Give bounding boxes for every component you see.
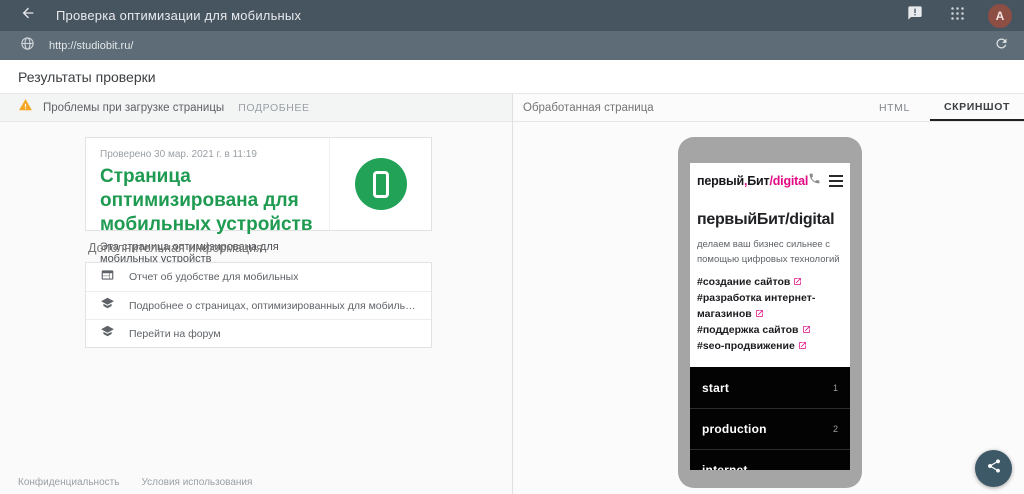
external-link-icon (798, 341, 807, 350)
hashtag-link: #создание сайтов (697, 274, 843, 290)
content-area: Проблемы при загрузке страницы ПОДРОБНЕЕ… (0, 94, 1024, 494)
school-icon (100, 324, 115, 343)
mobile-friendly-test-app: Проверка оптимизации для мобильных A (0, 0, 1024, 494)
terms-link[interactable]: Условия использования (141, 477, 252, 488)
load-issues-bar: Проблемы при загрузке страницы ПОДРОБНЕЕ (0, 94, 512, 122)
mobile-friendly-docs-link[interactable]: Подробнее о страницах, оптимизированных … (86, 291, 431, 319)
phone-mockup: первый,Бит/digital первыйБит/digital дел… (678, 137, 862, 488)
verdict-card: Проверено 30 мар. 2021 г. в 11:19 Страни… (85, 137, 432, 231)
rendered-page-panel: Обработанная страница HTML СКРИНШОТ перв… (513, 94, 1024, 494)
page-title: Проверка оптимизации для мобильных (56, 8, 301, 23)
menu-item-start: start 1 (690, 367, 850, 408)
warning-icon (18, 98, 33, 117)
refresh-button[interactable] (990, 35, 1012, 57)
hashtag-link: #разработка интернет-магазинов (697, 290, 843, 322)
globe-icon (20, 36, 35, 56)
additional-info-card: Отчет об удобстве для мобильных Подробне… (85, 262, 432, 348)
call-icon (808, 172, 821, 190)
menu-item-production: production 2 (690, 408, 850, 449)
apps-grid-icon (950, 6, 965, 26)
privacy-link[interactable]: Конфиденциальность (18, 477, 119, 488)
external-link-icon (793, 277, 802, 286)
site-menu: start 1 production 2 internet (690, 367, 850, 470)
back-button[interactable] (18, 6, 38, 26)
hashtag-link: #seo-продвижение (697, 338, 843, 354)
share-icon (986, 458, 1002, 479)
menu-item-internet: internet (690, 449, 850, 470)
info-row-label: Перейти на форум (129, 328, 221, 340)
external-link-icon (802, 325, 811, 334)
issues-details-link[interactable]: ПОДРОБНЕЕ (238, 102, 309, 114)
additional-info-title: Дополнительная информация (88, 241, 263, 255)
results-panel: Проблемы при загрузке страницы ПОДРОБНЕЕ… (0, 94, 512, 494)
school-icon (100, 296, 115, 315)
top-app-bar: Проверка оптимизации для мобильных A (0, 0, 1024, 31)
report-icon (100, 268, 115, 287)
phone-screenshot: первый,Бит/digital первыйБит/digital дел… (690, 163, 850, 470)
forum-link[interactable]: Перейти на форум (86, 319, 431, 347)
back-arrow-icon (20, 5, 36, 26)
url-bar: http://studiobit.ru/ (0, 31, 1024, 60)
verdict-badge (329, 138, 431, 230)
rendered-page-header: Обработанная страница HTML СКРИНШОТ (513, 94, 1024, 122)
footer: Конфиденциальность Условия использования (18, 477, 252, 488)
site-tagline: делаем ваш бизнес сильнее с помощью цифр… (697, 237, 843, 267)
view-tabs: HTML СКРИНШОТ (859, 94, 1024, 121)
issues-label: Проблемы при загрузке страницы (43, 102, 224, 114)
mobile-usability-report-link[interactable]: Отчет об удобстве для мобильных (86, 263, 431, 291)
url-input[interactable]: http://studiobit.ru/ (49, 40, 133, 52)
site-header: первый,Бит/digital (690, 163, 850, 190)
info-row-label: Подробнее о страницах, оптимизированных … (129, 300, 417, 312)
tab-html[interactable]: HTML (859, 94, 930, 121)
checked-timestamp: Проверено 30 мар. 2021 г. в 11:19 (100, 149, 315, 160)
verdict-title: Страница оптимизирована для мобильных ус… (100, 165, 315, 237)
mobile-friendly-badge-icon (355, 158, 407, 210)
apps-grid-button[interactable] (946, 5, 968, 27)
feedback-icon (907, 5, 923, 26)
results-header: Результаты проверки (0, 60, 1024, 94)
share-button[interactable] (975, 450, 1012, 487)
refresh-icon (994, 36, 1009, 56)
info-row-label: Отчет об удобстве для мобильных (129, 271, 298, 283)
site-heading: первыйБит/digital (697, 211, 843, 229)
site-logo: первый,Бит/digital (697, 174, 808, 188)
external-link-icon (755, 309, 764, 318)
feedback-button[interactable] (904, 5, 926, 27)
tab-screenshot[interactable]: СКРИНШОТ (930, 94, 1024, 121)
site-hashtags: #создание сайтов #разработка интернет-ма… (697, 274, 843, 354)
menu-icon (829, 175, 843, 187)
rendered-page-title: Обработанная страница (523, 102, 654, 114)
hashtag-link: #поддержка сайтов (697, 322, 843, 338)
results-title: Результаты проверки (18, 69, 156, 85)
avatar[interactable]: A (988, 4, 1012, 28)
